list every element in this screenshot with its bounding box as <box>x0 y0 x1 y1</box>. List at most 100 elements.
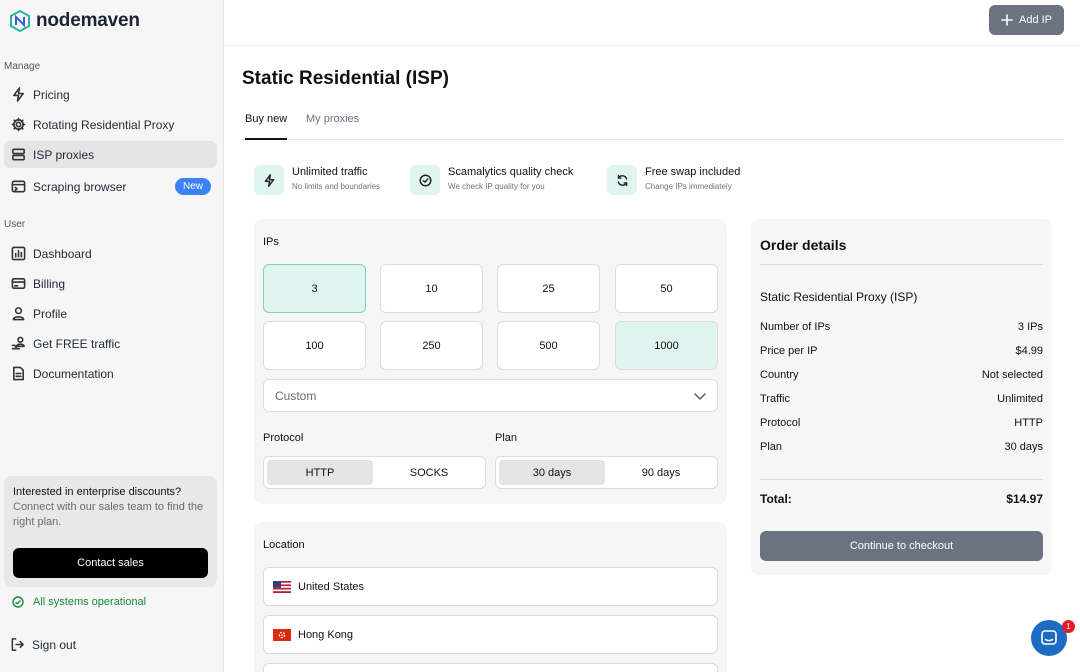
plan-30-days-option[interactable]: 30 days <box>499 460 605 485</box>
status-text: All systems operational <box>33 596 147 608</box>
ip-option-25[interactable]: 25 <box>497 264 600 313</box>
order-row-price-per-ip: Price per IP $4.99 <box>760 345 1043 357</box>
total-label: Total: <box>760 492 792 506</box>
sidebar-item-pricing[interactable]: Pricing <box>4 81 217 108</box>
order-row-protocol: Protocol HTTP <box>760 417 1043 429</box>
ip-option-1000[interactable]: 1000 <box>615 321 718 370</box>
hk-flag-icon <box>273 628 291 641</box>
sidebar-item-dashboard[interactable]: Dashboard <box>4 240 217 267</box>
nodemaven-logo-icon <box>10 10 30 32</box>
ips-label: IPs <box>263 236 279 248</box>
browser-icon <box>10 179 26 195</box>
sidebar-item-label: ISP proxies <box>33 147 95 162</box>
feature-free-swap: Free swap included Change IPs immediatel… <box>607 165 740 195</box>
enterprise-promo-card: Interested in enterprise discounts? Conn… <box>4 476 217 587</box>
sign-out-label: Sign out <box>32 637 77 652</box>
feature-title: Unlimited traffic <box>292 166 368 178</box>
top-bar: Add IP <box>224 0 1080 46</box>
order-row-number-of-ips: Number of IPs 3 IPs <box>760 321 1043 333</box>
system-status: All systems operational <box>12 596 146 608</box>
feature-subtitle: We check IP quality for you <box>448 182 545 191</box>
feature-scamalytics-check: Scamalytics quality check We check IP qu… <box>410 165 573 195</box>
order-details-card: Order details Static Residential Proxy (… <box>751 219 1052 575</box>
chevron-down-icon <box>694 393 706 400</box>
logo[interactable]: nodemaven <box>10 10 140 32</box>
protocol-socks-option[interactable]: SOCKS <box>376 460 482 485</box>
add-ip-label: Add IP <box>1018 14 1053 26</box>
protocol-http-option[interactable]: HTTP <box>267 460 373 485</box>
sidebar-item-label: Billing <box>33 276 66 291</box>
sidebar-item-isp-proxies[interactable]: ISP proxies <box>4 141 217 168</box>
order-row-value: $4.99 <box>1015 345 1043 357</box>
feature-title: Scamalytics quality check <box>448 166 574 178</box>
location-option-hong-kong[interactable]: Hong Kong <box>263 615 718 654</box>
plan-toggle: 30 days 90 days <box>495 456 718 489</box>
order-title: Order details <box>760 237 847 253</box>
plan-90-days-option[interactable]: 90 days <box>608 460 714 485</box>
promo-text: Connect with our sales team to find the … <box>13 501 204 528</box>
custom-select-placeholder: Custom <box>275 388 317 403</box>
ip-option-250[interactable]: 250 <box>380 321 483 370</box>
location-label: Location <box>263 539 305 551</box>
order-row-label: Number of IPs <box>760 321 831 333</box>
ip-option-10[interactable]: 10 <box>380 264 483 313</box>
check-circle-icon <box>410 165 440 195</box>
ip-option-3[interactable]: 3 <box>263 264 366 313</box>
add-ip-button[interactable]: Add IP <box>989 5 1064 35</box>
sidebar-item-label: Documentation <box>33 366 114 381</box>
location-option-united-states[interactable]: United States <box>263 567 718 606</box>
order-row-label: Traffic <box>760 393 790 405</box>
order-total: Total: $14.97 <box>760 492 1043 506</box>
sidebar-item-scraping-browser[interactable]: Scraping browser New <box>4 173 217 200</box>
order-row-label: Plan <box>760 441 783 453</box>
sidebar-item-profile[interactable]: Profile <box>4 300 217 327</box>
promo-title: Interested in enterprise discounts? <box>13 486 182 498</box>
sidebar-item-label: Scraping browser <box>33 179 127 194</box>
tab-my-proxies[interactable]: My proxies <box>306 113 359 125</box>
gear-icon <box>10 117 26 133</box>
order-row-value: 3 IPs <box>1017 321 1043 333</box>
user-icon <box>10 306 26 322</box>
contact-sales-button[interactable]: Contact sales <box>13 548 208 578</box>
credit-card-icon <box>10 276 26 292</box>
order-product-name: Static Residential Proxy (ISP) <box>760 290 918 304</box>
plan-label: Plan <box>495 432 518 444</box>
order-row-value: Not selected <box>981 369 1043 381</box>
sidebar-item-label: Profile <box>33 306 68 321</box>
tab-buy-new[interactable]: Buy new <box>245 113 288 140</box>
ip-option-50[interactable]: 50 <box>615 264 718 313</box>
app-name: nodemaven <box>36 10 140 31</box>
location-name: Hong Kong <box>298 628 354 641</box>
order-row-label: Price per IP <box>760 345 818 357</box>
order-row-label: Country <box>760 369 799 381</box>
ip-option-100[interactable]: 100 <box>263 321 366 370</box>
server-icon <box>10 147 26 163</box>
us-flag-icon <box>273 580 291 593</box>
location-option-partial[interactable] <box>263 663 718 672</box>
order-row-value: Unlimited <box>997 393 1043 405</box>
order-row-value: 30 days <box>1004 441 1043 453</box>
chat-notification-badge: 1 <box>1062 620 1075 633</box>
sidebar: nodemaven Manage Pricing Rotating Reside… <box>0 0 224 672</box>
sidebar-item-billing[interactable]: Billing <box>4 270 217 297</box>
divider <box>760 479 1043 480</box>
feature-title: Free swap included <box>645 166 741 178</box>
ip-option-500[interactable]: 500 <box>497 321 600 370</box>
divider <box>760 264 1043 265</box>
sidebar-item-get-free-traffic[interactable]: Get FREE traffic <box>4 330 217 357</box>
new-badge: New <box>174 178 211 195</box>
sidebar-item-rotating-residential-proxy[interactable]: Rotating Residential Proxy <box>4 111 217 138</box>
page-title: Static Residential (ISP) <box>242 68 449 89</box>
custom-ip-select[interactable]: Custom <box>263 379 718 412</box>
referral-icon <box>10 336 26 352</box>
continue-to-checkout-button[interactable]: Continue to checkout <box>760 531 1043 561</box>
document-icon <box>10 366 26 382</box>
protocol-label: Protocol <box>263 432 304 444</box>
sidebar-item-label: Dashboard <box>33 246 92 261</box>
protocol-toggle: HTTP SOCKS <box>263 456 486 489</box>
sidebar-item-documentation[interactable]: Documentation <box>4 360 217 387</box>
sign-out-icon <box>11 638 24 651</box>
order-row-traffic: Traffic Unlimited <box>760 393 1043 405</box>
sign-out-button[interactable]: Sign out <box>10 637 76 652</box>
order-row-value: HTTP <box>1014 417 1043 429</box>
